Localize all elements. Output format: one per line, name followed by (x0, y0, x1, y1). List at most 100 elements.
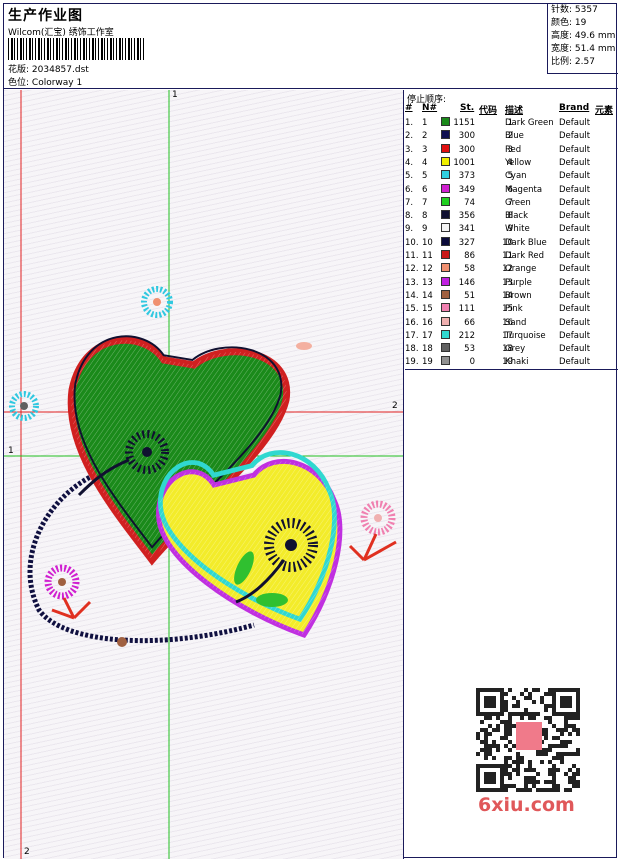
row-description: Cyan (505, 171, 527, 182)
col-brand: Brand (559, 103, 590, 113)
row-brand: Default (559, 304, 591, 315)
color-swatch (441, 289, 450, 299)
row-idx: 1. (405, 118, 414, 128)
row-stitches: 327 (458, 237, 475, 248)
row-no: 11 (422, 251, 433, 261)
row-stitches: 1151 (453, 118, 475, 128)
production-sheet: 生产作业图 Wilcom(汇宝) 绣饰工作室 花版: 2034857.dst 色… (3, 3, 618, 859)
row-brand: Default (559, 290, 591, 301)
table-row: 12. 12 58 12 Orange Default (405, 263, 618, 276)
row-idx: 13. (405, 277, 419, 288)
colorway-label: 色位: (8, 78, 30, 88)
row-brand: Default (559, 197, 591, 208)
pattern-value: 2034857.dst (31, 65, 89, 75)
row-stitches: 341 (458, 224, 475, 235)
row-brand: Default (559, 211, 591, 222)
col-code: 代码 (479, 106, 498, 116)
table-row: 2. 2 300 2 Blue Default (405, 130, 618, 143)
row-brand: Default (559, 118, 591, 128)
peach-dot (296, 342, 312, 350)
stats-panel: 针数: 5357 颜色: 19 高度: 49.6 mm 宽度: 51.4 mm … (547, 4, 618, 74)
color-swatch (441, 356, 450, 366)
row-no: 16 (422, 317, 433, 328)
row-description: Yellow (505, 157, 532, 168)
row-stitches: 111 (458, 304, 475, 315)
pattern-label: 花版: (8, 65, 30, 75)
table-row: 1. 1 1151 1 Dark Green Default (405, 117, 618, 130)
color-swatch (441, 343, 450, 353)
color-swatch (441, 143, 450, 153)
row-brand: Default (559, 357, 591, 368)
row-brand: Default (559, 330, 591, 341)
row-description: Magenta (505, 184, 543, 195)
row-no: 1 (422, 118, 428, 128)
table-row: 7. 7 74 7 Green Default (405, 196, 618, 210)
row-no: 3 (422, 144, 428, 155)
row-brand: Default (559, 171, 591, 182)
row-no: 7 (422, 197, 428, 208)
row-brand: Default (559, 317, 591, 328)
row-description: Green (505, 197, 531, 208)
row-idx: 11. (405, 251, 419, 261)
table-row: 3. 3 300 3 Red Default (405, 143, 618, 157)
row-idx: 16. (405, 317, 419, 328)
stat-stitches: 针数: 5357 (551, 5, 598, 15)
color-swatch (441, 329, 450, 339)
yellow-heart-stitch (158, 461, 340, 635)
row-description: Pink (505, 304, 523, 315)
row-no: 9 (422, 224, 428, 235)
row-stitches: 356 (458, 211, 475, 222)
table-row: 5. 5 373 5 Cyan Default (405, 170, 618, 183)
row-stitches: 1001 (453, 157, 475, 168)
color-swatch (441, 196, 450, 206)
row-idx: 17. (405, 330, 419, 341)
row-description: Turquoise (505, 330, 546, 341)
row-idx: 6. (405, 184, 414, 195)
barcode (8, 38, 145, 60)
table-row: 19. 19 0 19 Khaki Default (405, 356, 618, 369)
row-no: 13 (422, 277, 433, 288)
row-stitches: 86 (464, 251, 475, 261)
row-no: 6 (422, 184, 428, 195)
guide-label-left: 1 (8, 446, 14, 456)
color-swatch (441, 276, 450, 286)
row-brand: Default (559, 224, 591, 235)
color-swatch (441, 156, 450, 166)
row-idx: 10. (405, 237, 419, 248)
magenta-flower-left (44, 564, 80, 600)
row-idx: 7. (405, 197, 414, 208)
sheet-title: 生产作业图 (8, 8, 83, 24)
row-brand: Default (559, 144, 591, 155)
row-brand: Default (559, 157, 591, 168)
stop-sequence-header: # N# St. 代码 描述 Brand 元素 (405, 103, 618, 116)
row-description: Sand (505, 317, 527, 328)
row-brand: Default (559, 277, 591, 288)
row-idx: 3. (405, 144, 414, 155)
row-brand: Default (559, 237, 591, 248)
row-stitches: 51 (464, 290, 475, 301)
row-brand: Default (559, 184, 591, 195)
row-idx: 18. (405, 344, 419, 355)
table-row: 16. 16 66 16 Sand Default (405, 316, 618, 330)
stop-sequence-panel: 停止顺序: # N# St. 代码 描述 Brand 元素 1. 1 1151 1 Da… (405, 90, 618, 370)
row-stitches: 66 (464, 317, 475, 328)
guide-label-top: 1 (172, 90, 178, 100)
row-no: 8 (422, 211, 428, 222)
colorway-line: 色位: Colorway 1 (8, 75, 82, 88)
row-stitches: 53 (464, 344, 475, 355)
red-sprig-right (348, 533, 397, 562)
color-swatch (441, 117, 450, 126)
color-swatch (441, 223, 450, 233)
row-idx: 12. (405, 264, 419, 275)
row-no: 2 (422, 131, 428, 142)
row-no: 17 (422, 330, 433, 341)
stat-scale: 比例: 2.57 (551, 57, 595, 67)
pattern-file-line: 花版: 2034857.dst (8, 62, 89, 75)
table-row: 13. 13 146 13 Purple Default (405, 276, 618, 290)
table-row: 6. 6 349 6 Magenta Default (405, 183, 618, 197)
col-idx: # (405, 103, 413, 113)
color-swatch (441, 170, 450, 180)
table-row: 10. 10 327 10 Dark Blue Default (405, 236, 618, 250)
color-swatch (441, 316, 450, 326)
sheet-header: 生产作业图 Wilcom(汇宝) 绣饰工作室 花版: 2034857.dst 色… (4, 4, 618, 89)
